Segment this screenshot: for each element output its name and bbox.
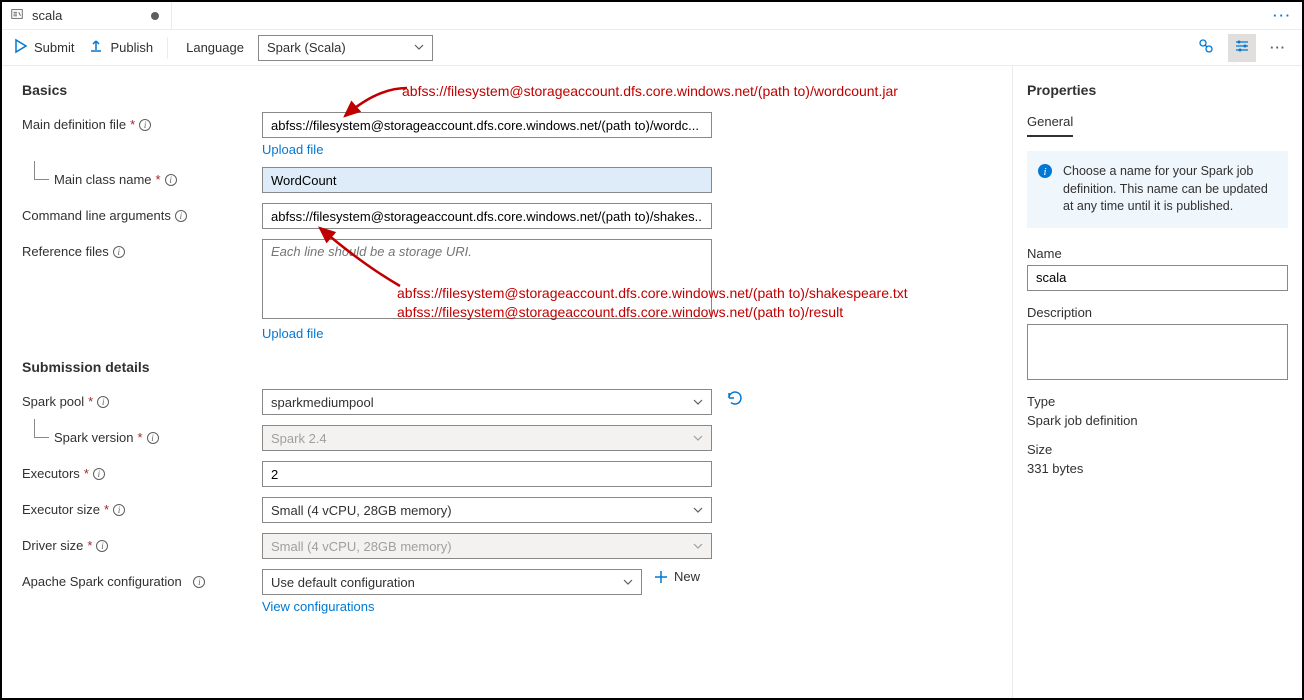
- info-icon[interactable]: [165, 174, 177, 186]
- reference-files-label: Reference files: [22, 239, 262, 259]
- type-value: Spark job definition: [1027, 413, 1288, 428]
- publish-icon: [88, 38, 104, 57]
- spark-pool-label: Spark pool*: [22, 389, 262, 409]
- spark-version-label: Spark version*: [22, 425, 262, 445]
- plus-icon: [654, 570, 668, 584]
- info-icon[interactable]: [193, 576, 205, 588]
- main-definition-input[interactable]: [262, 112, 712, 138]
- info-icon[interactable]: [97, 396, 109, 408]
- new-config-button[interactable]: New: [654, 569, 700, 584]
- cli-args-label: Command line arguments: [22, 203, 262, 223]
- info-filled-icon: i: [1037, 163, 1053, 179]
- tab-strip: scala ···: [2, 2, 1302, 30]
- properties-panel: Properties General i Choose a name for y…: [1012, 66, 1302, 698]
- tabstrip-more-icon[interactable]: ···: [1263, 2, 1302, 29]
- main-definition-label: Main definition file*: [22, 112, 262, 132]
- info-icon[interactable]: [139, 119, 151, 131]
- submit-button[interactable]: Submit: [12, 38, 74, 57]
- basics-heading: Basics: [22, 82, 992, 98]
- chevron-down-icon: [693, 505, 703, 515]
- toolbar: Submit Publish Language Spark (Scala): [2, 30, 1302, 66]
- refresh-icon: [726, 389, 744, 407]
- size-label: Size: [1027, 442, 1288, 457]
- view-configurations-link[interactable]: View configurations: [262, 599, 375, 614]
- main-form: Basics Main definition file* Upload file…: [2, 66, 1012, 698]
- spark-pool-select[interactable]: sparkmediumpool: [262, 389, 712, 415]
- related-button[interactable]: [1192, 34, 1220, 62]
- driver-size-label: Driver size*: [22, 533, 262, 553]
- info-icon[interactable]: [96, 540, 108, 552]
- upload-file-link[interactable]: Upload file: [262, 142, 323, 157]
- chevron-down-icon: [623, 577, 633, 587]
- info-icon[interactable]: [175, 210, 187, 222]
- spark-config-select[interactable]: Use default configuration: [262, 569, 642, 595]
- size-value: 331 bytes: [1027, 461, 1288, 476]
- svg-text:i: i: [1043, 166, 1046, 178]
- cli-args-input[interactable]: [262, 203, 712, 229]
- description-textarea[interactable]: [1027, 324, 1288, 380]
- tab-label: scala: [32, 8, 62, 23]
- chevron-down-icon: [693, 541, 703, 551]
- name-label: Name: [1027, 246, 1288, 261]
- info-callout: i Choose a name for your Spark job defin…: [1027, 151, 1288, 228]
- info-icon[interactable]: [113, 504, 125, 516]
- related-icon: [1198, 38, 1214, 57]
- separator: [167, 37, 168, 59]
- properties-heading: Properties: [1027, 82, 1288, 98]
- info-icon[interactable]: [93, 468, 105, 480]
- type-label: Type: [1027, 394, 1288, 409]
- spark-config-label: Apache Spark configuration: [22, 569, 262, 589]
- reference-files-textarea[interactable]: [262, 239, 712, 319]
- refresh-button[interactable]: [726, 389, 744, 410]
- driver-size-select: Small (4 vCPU, 28GB memory): [262, 533, 712, 559]
- spark-job-icon: [10, 7, 24, 24]
- settings-sliders-icon: [1234, 38, 1250, 57]
- spark-version-select: Spark 2.4: [262, 425, 712, 451]
- chevron-down-icon: [693, 397, 703, 407]
- main-class-label: Main class name*: [22, 167, 262, 187]
- chevron-down-icon: [414, 40, 424, 55]
- info-icon[interactable]: [113, 246, 125, 258]
- language-select[interactable]: Spark (Scala): [258, 35, 433, 61]
- executors-label: Executors*: [22, 461, 262, 481]
- info-icon[interactable]: [147, 432, 159, 444]
- play-icon: [12, 38, 28, 57]
- executors-input[interactable]: [262, 461, 712, 487]
- name-input[interactable]: [1027, 265, 1288, 291]
- publish-button[interactable]: Publish: [88, 38, 153, 57]
- chevron-down-icon: [693, 433, 703, 443]
- upload-file-link-2[interactable]: Upload file: [262, 326, 323, 341]
- executor-size-select[interactable]: Small (4 vCPU, 28GB memory): [262, 497, 712, 523]
- submission-heading: Submission details: [22, 359, 992, 375]
- ellipsis-icon: ···: [1270, 40, 1286, 55]
- tab-scala[interactable]: scala: [2, 2, 172, 29]
- description-label: Description: [1027, 305, 1288, 320]
- properties-toggle-button[interactable]: [1228, 34, 1256, 62]
- more-button[interactable]: ···: [1264, 34, 1292, 62]
- main-class-input[interactable]: [262, 167, 712, 193]
- executor-size-label: Executor size*: [22, 497, 262, 517]
- language-label: Language: [186, 40, 244, 55]
- tab-general[interactable]: General: [1027, 114, 1073, 137]
- unsaved-dot-icon: [151, 12, 159, 20]
